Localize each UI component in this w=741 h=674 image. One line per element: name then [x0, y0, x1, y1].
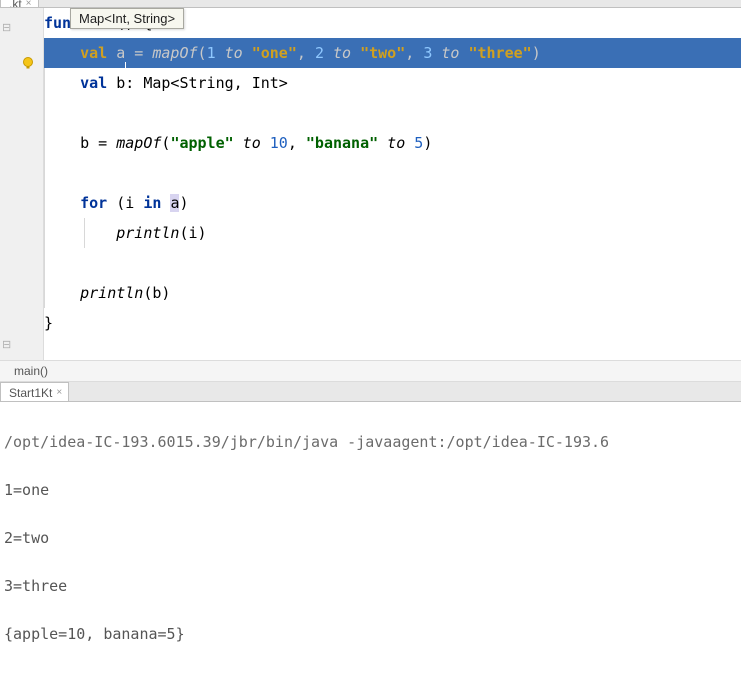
- code-editor[interactable]: ⊟ ⊟ Map<Int, String> fun main() { val a …: [0, 8, 741, 360]
- code-line[interactable]: }: [44, 308, 741, 338]
- code-line[interactable]: val b: Map<String, Int>: [44, 68, 741, 98]
- gutter: ⊟ ⊟: [0, 8, 44, 360]
- close-icon[interactable]: ×: [56, 387, 62, 398]
- code-line[interactable]: for (i in a): [44, 188, 741, 218]
- close-icon[interactable]: ×: [26, 1, 32, 7]
- fold-toggle-icon[interactable]: ⊟: [2, 21, 11, 35]
- file-tab[interactable]: .kt ×: [0, 0, 39, 7]
- console-output-line: 3=three: [4, 574, 737, 598]
- console-output-line: 1=one: [4, 478, 737, 502]
- code-line-blank[interactable]: [44, 158, 741, 188]
- code-line[interactable]: println(i): [44, 218, 741, 248]
- code-line-selected[interactable]: val a = mapOf(1 to "one", 2 to "two", 3 …: [44, 38, 741, 68]
- fold-end-icon[interactable]: ⊟: [2, 338, 11, 352]
- breadcrumb-item[interactable]: main(): [14, 364, 48, 378]
- run-tab-bar: Start1Kt ×: [0, 382, 741, 402]
- intention-bulb-icon[interactable]: [20, 55, 36, 71]
- code-line-blank[interactable]: [44, 248, 741, 278]
- console-output-line: 2=two: [4, 526, 737, 550]
- run-console[interactable]: /opt/idea-IC-193.6015.39/jbr/bin/java -j…: [0, 402, 741, 674]
- breadcrumb[interactable]: main(): [0, 360, 741, 382]
- code-line[interactable]: b = mapOf("apple" to 10, "banana" to 5): [44, 128, 741, 158]
- console-output-line: {apple=10, banana=5}: [4, 622, 737, 646]
- code-line-blank[interactable]: [44, 98, 741, 128]
- run-tab[interactable]: Start1Kt ×: [0, 382, 69, 401]
- run-tab-label: Start1Kt: [9, 386, 52, 400]
- file-tab-label: .kt: [9, 1, 22, 7]
- type-hint-tooltip: Map<Int, String>: [70, 8, 184, 29]
- code-line[interactable]: println(b): [44, 278, 741, 308]
- code-area[interactable]: Map<Int, String> fun main() { val a = ma…: [44, 8, 741, 360]
- console-command: /opt/idea-IC-193.6015.39/jbr/bin/java -j…: [4, 430, 737, 454]
- editor-tab-bar: .kt ×: [0, 0, 741, 8]
